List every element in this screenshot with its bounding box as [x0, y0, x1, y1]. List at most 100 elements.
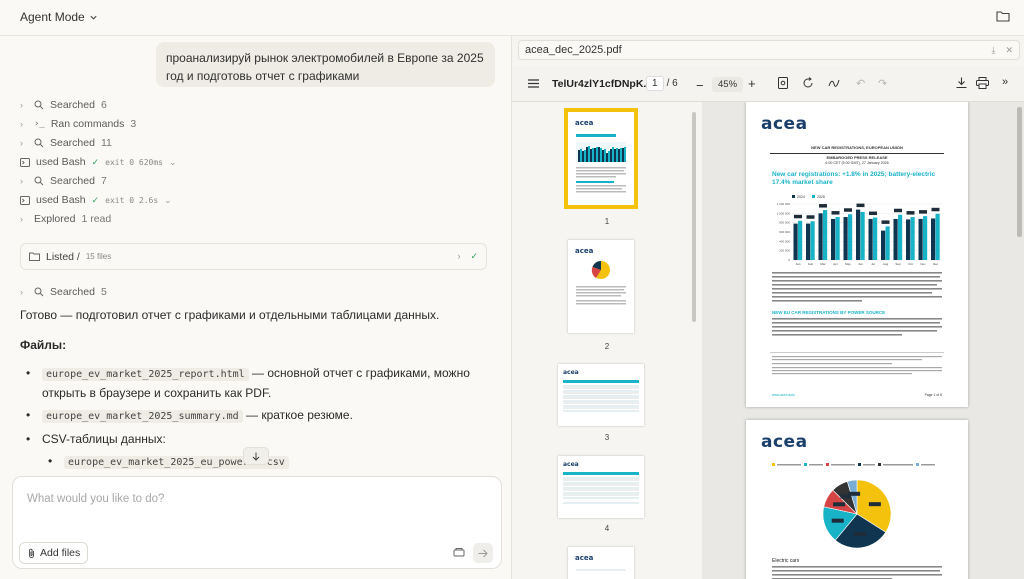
pdf-viewer: acea NEW CAR REGISTRATIONS, EUROPEAN UNI…: [702, 102, 1024, 579]
user-message-bubble: проанализируй рынок электромобилей в Евр…: [156, 42, 495, 87]
bar-value-label: [831, 211, 840, 215]
close-icon[interactable]: ✕: [1005, 45, 1013, 56]
attachment-stack-icon[interactable]: [453, 547, 465, 558]
power-source-pie-chart: [822, 479, 892, 549]
bar: [835, 217, 840, 260]
thumbnail-scrollbar[interactable]: [692, 112, 696, 322]
check-icon: ✓: [91, 194, 100, 205]
step-searched[interactable]: › Searched 11: [20, 137, 112, 149]
section-caption: Electric cars: [772, 558, 800, 564]
step-explored[interactable]: › Explored 1 read: [20, 213, 111, 225]
legend-swatch-2025: [812, 195, 815, 198]
download-icon[interactable]: [956, 77, 967, 89]
step-used-bash[interactable]: used Bash ✓ exit 0 620ms ⌄: [20, 156, 177, 168]
bar: [831, 218, 836, 260]
bar: [893, 218, 898, 260]
bar: [918, 218, 923, 260]
bullet: •: [26, 366, 31, 380]
step-used-bash[interactable]: used Bash ✓ exit 0 2.6s ⌄: [20, 194, 172, 206]
paperclip-icon: [29, 548, 34, 558]
step-searched[interactable]: › Searched 6: [20, 99, 107, 111]
svg-text:acea: acea: [563, 461, 579, 468]
step-count: 11: [100, 137, 112, 149]
step-searched[interactable]: › Searched 5: [20, 286, 107, 298]
mode-label: Agent Mode: [20, 10, 85, 24]
thumbnail-sidebar: acea 1 acea 2 acea 3 acea 4 acea: [512, 102, 702, 579]
bar-value-label: [806, 215, 815, 219]
message-composer[interactable]: What would you like to do? Add files: [12, 476, 502, 569]
body-text-block: [772, 318, 942, 340]
bar: [860, 211, 865, 260]
page-thumbnail[interactable]: acea: [568, 240, 634, 333]
page-indicator: 1 / 6: [646, 76, 678, 91]
zoom-in-icon[interactable]: +: [748, 76, 756, 91]
chevron-right-icon: ›: [457, 251, 461, 261]
bar-value-label: [844, 208, 852, 212]
listed-files-card[interactable]: Listed / 15 files › ✓: [20, 243, 487, 270]
file-tab[interactable]: acea_dec_2025.pdf ⤓ ✕: [518, 40, 1020, 60]
step-label: Searched: [50, 99, 95, 111]
step-count: 3: [130, 118, 137, 130]
page-thumbnail[interactable]: acea: [558, 364, 644, 426]
send-button[interactable]: [473, 543, 493, 563]
press-headline: New car registrations: +1.8% in 2025; ba…: [772, 171, 936, 186]
zoom-out-icon[interactable]: −: [696, 78, 704, 93]
pie-data-label: [868, 502, 881, 507]
body-text-block: [772, 566, 942, 579]
footer-link[interactable]: www.acea.auto: [772, 393, 795, 397]
step-ran-commands[interactable]: › ›_ Ran commands 3: [20, 118, 136, 130]
svg-text:acea: acea: [575, 247, 594, 255]
y-tick-label: 200 000: [779, 249, 790, 253]
y-tick-label: 800 000: [779, 221, 790, 225]
step-meta: exit 0 2.6s: [105, 195, 159, 205]
y-tick-label: 0: [788, 258, 790, 262]
composer-input[interactable]: What would you like to do?: [27, 493, 164, 505]
chevron-right-icon: ›: [20, 100, 23, 110]
page-thumbnail[interactable]: acea: [568, 547, 634, 579]
bar: [848, 214, 853, 260]
bar: [843, 217, 848, 260]
print-icon[interactable]: [976, 77, 989, 89]
pdf-toolbar: TelUr4zlY1cfDNpK... 1 / 6 − 45% + ↶ ↷ »: [512, 66, 1024, 102]
bar: [810, 221, 815, 260]
step-searched[interactable]: › Searched 7: [20, 175, 107, 187]
step-label: Explored: [34, 213, 76, 225]
page-thumbnail[interactable]: acea: [564, 108, 638, 209]
page-thumbnail[interactable]: acea: [558, 456, 644, 518]
bar: [873, 217, 878, 260]
draw-icon[interactable]: [828, 77, 840, 89]
registrations-bar-chart: 2024 2025 1 200 000 1 000 000 800 000 600 000…: [777, 195, 942, 266]
pie-data-label: [833, 502, 846, 507]
file-link[interactable]: europe_ev_market_2025_report.html: [42, 368, 249, 381]
chevron-right-icon: ›: [20, 214, 23, 224]
bullet: •: [26, 432, 31, 446]
zoom-level[interactable]: 45%: [712, 77, 744, 92]
agent-mode-dropdown[interactable]: Agent Mode: [20, 10, 98, 24]
undo-icon[interactable]: ↶: [856, 77, 865, 90]
bar: [823, 210, 828, 260]
add-files-label: Add files: [40, 547, 81, 559]
more-options-icon[interactable]: »: [1002, 76, 1008, 88]
step-count: 7: [100, 175, 107, 187]
bar-value-label: [881, 220, 890, 224]
redo-icon[interactable]: ↷: [878, 77, 887, 90]
folder-icon[interactable]: [996, 10, 1010, 22]
bar: [910, 217, 915, 260]
add-files-button[interactable]: Add files: [19, 542, 89, 564]
chevron-down-icon: ⌄: [164, 194, 172, 205]
page-number-input[interactable]: 1: [646, 76, 664, 91]
pie-legend: [772, 463, 935, 466]
sidebar-toggle-icon[interactable]: [528, 79, 539, 88]
rotate-icon[interactable]: [802, 77, 814, 89]
list-item: • europe_ev_market_2025_summary.md — кра…: [20, 406, 490, 426]
viewer-scrollbar[interactable]: [1017, 107, 1022, 237]
fit-page-icon[interactable]: [778, 77, 788, 89]
bar: [935, 213, 940, 260]
embargo-label: EMBARGOED PRESS RELEASE: [826, 155, 888, 160]
search-icon: [34, 287, 44, 297]
files-heading: Файлы:: [20, 338, 67, 352]
download-icon[interactable]: ⤓: [991, 45, 995, 56]
scroll-to-bottom-button[interactable]: [243, 447, 269, 465]
file-link[interactable]: europe_ev_market_2025_summary.md: [42, 410, 243, 423]
bar: [856, 209, 861, 260]
